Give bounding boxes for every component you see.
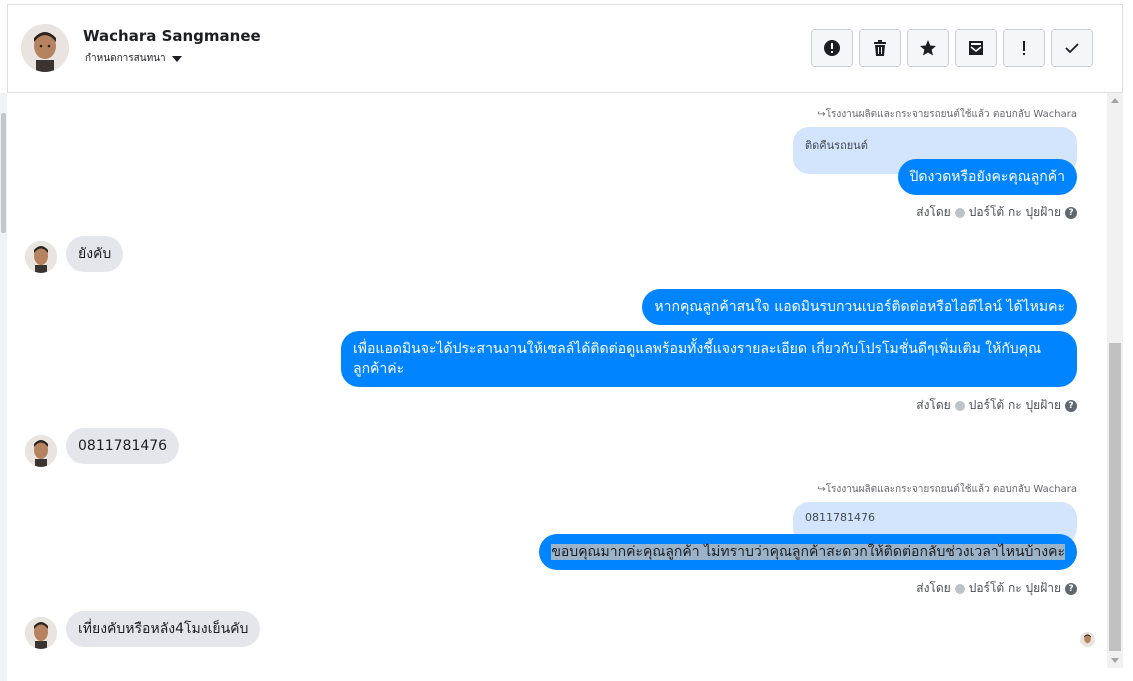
check-icon — [1065, 43, 1079, 54]
mark-done-button[interactable] — [1051, 29, 1093, 67]
avatar[interactable] — [21, 24, 69, 72]
conversation-header: Wachara Sangmanee กำหนดการสนทนา — [7, 4, 1123, 93]
left-panel-edge — [0, 93, 7, 681]
report-button[interactable] — [811, 29, 853, 67]
reply-context: ↪โรงงานผลิตและกระจายรถยนต์ใช้แล้ว ตอบกลั… — [817, 107, 1077, 122]
report-icon — [824, 40, 840, 56]
sender-name[interactable]: ปอร์โต้ กะ ปุยฝ้าย — [969, 579, 1061, 598]
verified-icon — [954, 400, 965, 411]
reply-context-text: โรงงานผลิตและกระจายรถยนต์ใช้แล้ว ตอบกลับ… — [825, 484, 1077, 495]
incoming-message[interactable]: ยังคับ — [66, 236, 124, 272]
help-icon[interactable]: ? — [1065, 206, 1077, 219]
verified-icon — [954, 583, 965, 594]
sent-by-line: ส่งโดย ปอร์โต้ กะ ปุยฝ้าย ? — [916, 396, 1077, 415]
outgoing-message[interactable]: ขอบคุณมากค่ะคุณลูกค้า ไม่ทราบว่าคุณลูกค้… — [539, 534, 1077, 570]
outgoing-message[interactable]: หากคุณลูกค้าสนใจ แอดมินรบกวนเบอร์ติดต่อห… — [642, 289, 1077, 325]
star-icon — [920, 40, 936, 56]
thread-scrollbar[interactable] — [1107, 93, 1123, 668]
selected-text[interactable]: ขอบคุณมากค่ะคุณลูกค้า ไม่ทราบว่าคุณลูกค้… — [551, 544, 1065, 560]
reply-arrow-icon: ↪ — [817, 484, 826, 495]
mark-unread-button[interactable] — [955, 29, 997, 67]
window-edge — [1123, 0, 1133, 681]
exclamation-icon — [1023, 41, 1025, 55]
sent-by-line: ส่งโดย ปอร์โต้ กะ ปุยฝ้าย ? — [916, 203, 1077, 222]
trash-icon — [874, 40, 886, 56]
contact-name: Wachara Sangmanee — [83, 27, 261, 45]
conversation-settings-dropdown[interactable]: กำหนดการสนทนา — [85, 51, 182, 66]
avatar[interactable] — [25, 617, 57, 649]
conversation-toolbar — [811, 29, 1093, 67]
sent-by-label: ส่งโดย — [916, 398, 951, 412]
messenger-window: Wachara Sangmanee กำหนดการสนทนา ↪โรงงานผ… — [0, 0, 1133, 681]
incoming-message[interactable]: 0811781476 — [66, 428, 180, 464]
sent-by-label: ส่งโดย — [916, 581, 951, 595]
reply-arrow-icon: ↪ — [817, 109, 826, 120]
help-icon[interactable]: ? — [1065, 582, 1077, 595]
sender-name[interactable]: ปอร์โต้ กะ ปุยฝ้าย — [969, 203, 1061, 222]
message-thread: ↪โรงงานผลิตและกระจายรถยนต์ใช้แล้ว ตอบกลั… — [7, 93, 1107, 681]
outgoing-message[interactable]: ปิดงวดหรือยังคะคุณลูกค้า — [897, 159, 1077, 195]
sender-name[interactable]: ปอร์โต้ กะ ปุยฝ้าย — [969, 396, 1061, 415]
reply-context: ↪โรงงานผลิตและกระจายรถยนต์ใช้แล้ว ตอบกลั… — [817, 482, 1077, 497]
delete-button[interactable] — [859, 29, 901, 67]
left-scrollbar-thumb[interactable] — [1, 113, 6, 233]
mark-unread-icon — [969, 41, 983, 55]
incoming-message[interactable]: เที่ยงคับหรือหลัง4โมงเย็นคับ — [66, 611, 261, 647]
read-receipt-avatar — [1080, 632, 1095, 647]
avatar[interactable] — [25, 435, 57, 467]
help-icon[interactable]: ? — [1065, 399, 1077, 412]
priority-button[interactable] — [1003, 29, 1045, 67]
scroll-up-icon[interactable] — [1111, 98, 1119, 103]
avatar[interactable] — [25, 241, 57, 273]
sent-by-line: ส่งโดย ปอร์โต้ กะ ปุยฝ้าย ? — [916, 579, 1077, 598]
caret-down-icon — [171, 55, 182, 62]
conversation-settings-label: กำหนดการสนทนา — [85, 53, 166, 64]
scrollbar-thumb[interactable] — [1109, 343, 1121, 651]
verified-icon — [954, 207, 965, 218]
reply-context-text: โรงงานผลิตและกระจายรถยนต์ใช้แล้ว ตอบกลับ… — [825, 109, 1077, 120]
scroll-down-icon[interactable] — [1111, 658, 1119, 663]
outgoing-message[interactable]: เพื่อแอดมินจะได้ประสานงานให้เซลล์ได้ติดต… — [341, 331, 1077, 387]
sent-by-label: ส่งโดย — [916, 205, 951, 219]
star-button[interactable] — [907, 29, 949, 67]
